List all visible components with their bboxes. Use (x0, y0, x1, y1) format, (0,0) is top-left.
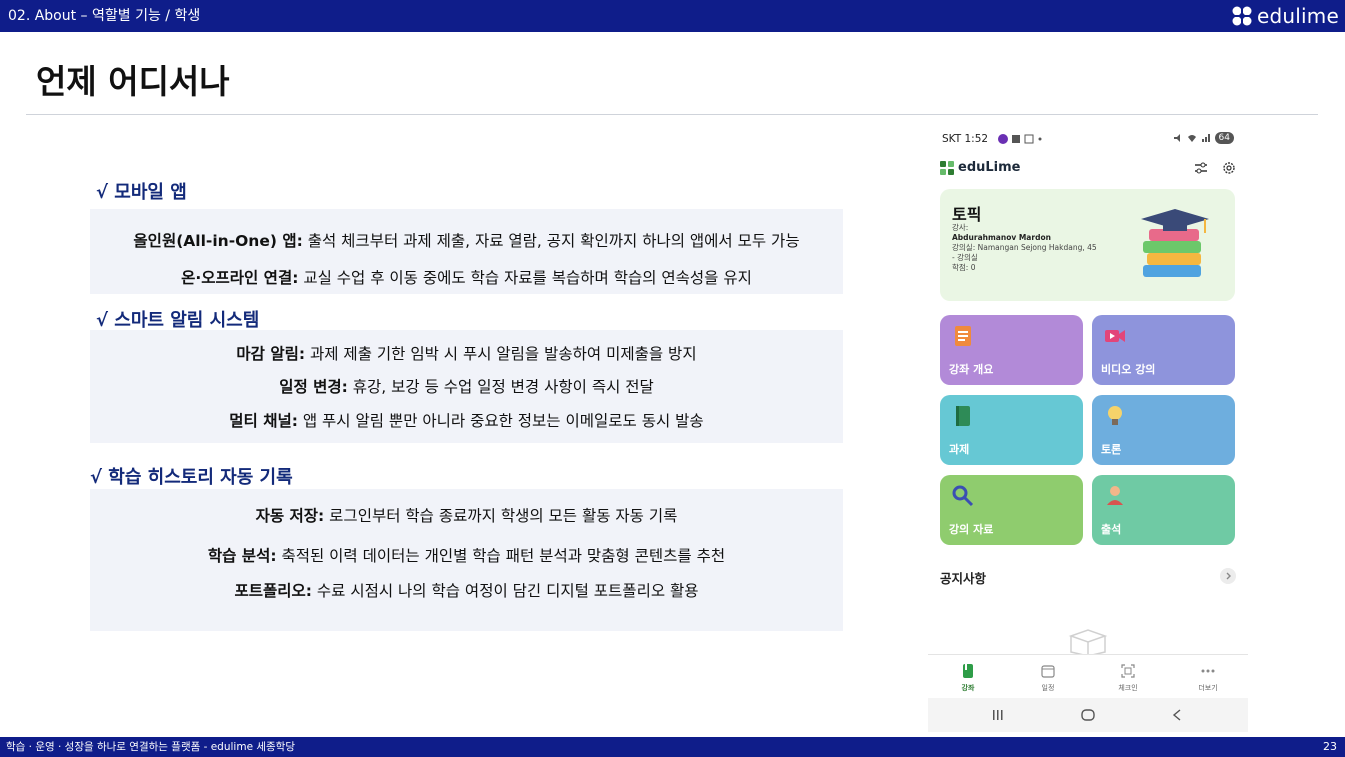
nav-label: 일정 (1041, 684, 1055, 692)
video-camera-icon (1105, 330, 1125, 342)
calendar-icon (1041, 665, 1055, 678)
status-notification-icons (998, 134, 1043, 144)
classroom: 강의실: Namangan Sejong Hakdang, 45 (952, 243, 1097, 252)
signal-icon (1201, 134, 1210, 142)
teacher-name: Abdurahmanov Mardon (952, 233, 1051, 242)
notification-icon (1012, 135, 1020, 143)
topic-card[interactable]: 토픽 강사: Abdurahmanov Mardon 강의실: Namangan… (940, 189, 1235, 301)
tile-label: 강좌 개요 (949, 363, 994, 376)
section-heading-smart-alert: √ 스마트 알림 시스템 (96, 310, 260, 331)
bottom-nav: 강좌 일정 체크인 더보기 (928, 654, 1248, 698)
qr-scan-icon (1121, 664, 1135, 678)
document-icon (955, 326, 971, 346)
brand-logo: edulime (1231, 5, 1339, 27)
recent-apps-icon[interactable] (992, 710, 1004, 720)
mute-icon (1173, 134, 1180, 142)
tile-course-overview[interactable]: 강좌 개요 (940, 315, 1083, 385)
feature-line: 온·오프라인 연결: 교실 수업 후 이동 중에도 학습 자료를 복습하며 학습… (181, 269, 752, 287)
feature-line: 마감 알림: 과제 제출 기한 임박 시 푸시 알림을 발송하여 미제출을 방지 (236, 345, 697, 363)
tile-video-lecture[interactable]: 비디오 강의 (1092, 315, 1235, 385)
credits: 학점: 0 (952, 263, 976, 272)
graduation-cap-books-icon (1141, 209, 1209, 277)
notification-icon (1024, 134, 1034, 144)
phone-screenshot: SKT 1:52 64 eduLime 토픽 강사: Abdurahmanov … (928, 124, 1248, 732)
feature-line: 멀티 채널: 앱 푸시 알림 뿐만 아니라 중요한 정보는 이메일로도 동시 발… (229, 412, 704, 430)
status-right-icons: 64 (1173, 132, 1234, 144)
course-icon (963, 664, 973, 678)
back-icon[interactable] (1172, 709, 1182, 721)
nav-item-schedule[interactable]: 일정 (1018, 663, 1078, 693)
nav-label: 더보기 (1198, 684, 1218, 692)
topic-meta: 강사: Abdurahmanov Mardon 강의실: Namangan Se… (952, 223, 1132, 273)
feature-line: 포트폴리오: 수료 시점시 나의 학습 여정이 담긴 디지털 포트폴리오 활용 (234, 582, 699, 600)
topic-title: 토픽 (952, 205, 982, 224)
footer-bar: 학습 · 운영 · 성장을 하나로 연결하는 플랫폼 - edulime 세종학… (0, 737, 1345, 757)
empty-box-icon (1068, 629, 1108, 656)
section-heading-learning-history: √ 학습 히스토리 자동 기록 (90, 467, 293, 488)
footer-text: 학습 · 운영 · 성장을 하나로 연결하는 플랫폼 - edulime 세종학… (6, 741, 296, 753)
notice-label: 공지사항 (940, 571, 987, 586)
magnifier-icon (952, 485, 974, 507)
notebook-icon (956, 406, 970, 426)
tile-discussion[interactable]: 토론 (1092, 395, 1235, 465)
tile-assignment[interactable]: 과제 (940, 395, 1083, 465)
classroom-extra: - 강의실 (952, 253, 978, 262)
more-notifications-icon (1038, 137, 1042, 141)
settings-gear-icon[interactable] (1222, 161, 1236, 175)
teacher-label: 강사: (952, 223, 969, 232)
tile-label: 과제 (949, 443, 970, 456)
tile-attendance[interactable]: 출석 (1092, 475, 1235, 545)
home-icon[interactable] (1081, 709, 1095, 721)
edulime-logo-icon (1232, 6, 1252, 26)
nav-item-checkin[interactable]: 체크인 (1098, 663, 1158, 693)
nav-label: 강좌 (961, 684, 975, 692)
breadcrumb: 02. About – 역할별 기능 / 학생 (8, 8, 201, 24)
feature-line: 일정 변경: 휴강, 보강 등 수업 일정 변경 사항이 즉시 전달 (279, 378, 654, 396)
status-time: SKT 1:52 (942, 133, 989, 145)
battery-indicator: 64 (1214, 132, 1234, 144)
nav-item-more[interactable]: 더보기 (1178, 663, 1238, 693)
tile-course-materials[interactable]: 강의 자료 (940, 475, 1083, 545)
panel-smart-alert: 마감 알림: 과제 제출 기한 임박 시 푸시 알림을 발송하여 미제출을 방지… (90, 330, 843, 443)
page-title: 언제 어디서나 (36, 62, 230, 101)
status-bar: SKT 1:52 64 (942, 132, 1234, 146)
page-number: 23 (1323, 740, 1337, 753)
brand-name: edulime (1257, 4, 1339, 28)
notice-row[interactable]: 공지사항 (940, 568, 1236, 586)
filter-icon[interactable] (1194, 161, 1208, 175)
feature-line: 자동 저장: 로그인부터 학습 종료까지 학생의 모든 활동 자동 기록 (255, 507, 678, 525)
chevron-right-icon[interactable] (1220, 568, 1236, 584)
panel-mobile-app: 올인원(All-in-One) 앱: 출석 체크부터 과제 제출, 자료 열람,… (90, 209, 843, 294)
more-icon (1201, 669, 1215, 673)
app-name: eduLime (958, 160, 1021, 175)
nav-item-course[interactable]: 강좌 (938, 663, 998, 693)
section-heading-mobile-app: √ 모바일 앱 (96, 182, 187, 203)
lightbulb-icon (1108, 406, 1122, 425)
tile-label: 강의 자료 (949, 523, 994, 536)
feature-line: 학습 분석: 축적된 이력 데이터는 개인별 학습 패턴 분석과 맞춤형 콘텐츠… (207, 547, 726, 565)
app-header-tools (1194, 161, 1236, 175)
feature-line: 올인원(All-in-One) 앱: 출석 체크부터 과제 제출, 자료 열람,… (133, 232, 800, 250)
edulime-app-logo-icon (940, 160, 954, 175)
title-divider (26, 114, 1318, 115)
tile-label: 출석 (1101, 523, 1122, 536)
nav-label: 체크인 (1118, 684, 1138, 692)
panel-learning-history: 자동 저장: 로그인부터 학습 종료까지 학생의 모든 활동 자동 기록 학습 … (90, 489, 843, 631)
wifi-icon (1187, 135, 1196, 142)
person-icon (1107, 486, 1123, 505)
app-header: eduLime (940, 160, 1236, 178)
notification-icon (998, 134, 1008, 144)
app-logo: eduLime (940, 160, 1020, 175)
top-bar: 02. About – 역할별 기능 / 학생 edulime (0, 0, 1345, 32)
system-nav-bar (928, 698, 1248, 732)
tile-label: 토론 (1101, 443, 1122, 456)
tile-label: 비디오 강의 (1101, 363, 1156, 376)
